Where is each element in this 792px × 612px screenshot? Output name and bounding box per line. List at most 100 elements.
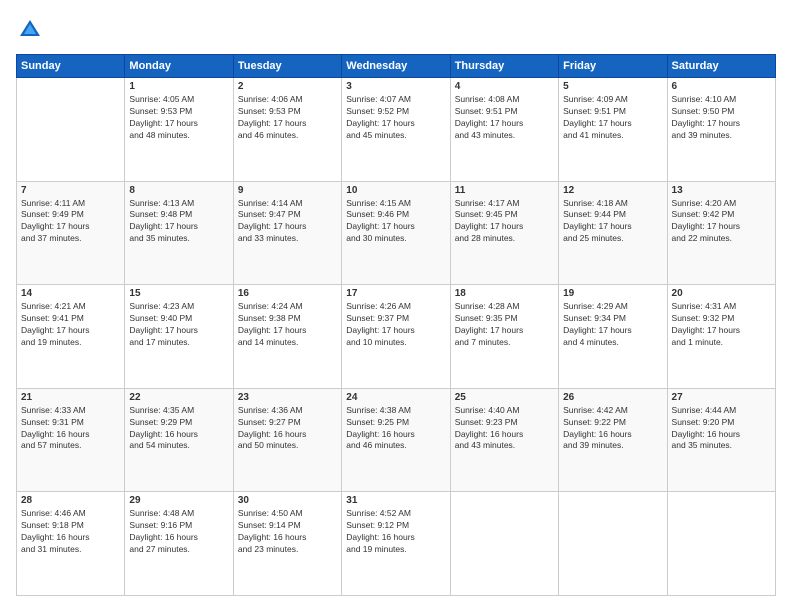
calendar-header-sunday: Sunday [17,55,125,78]
calendar-cell: 18 Sunrise: 4:28 AM Sunset: 9:35 PM Dayli… [450,285,558,389]
calendar-cell: 3Sunrise: 4:07 AM Sunset: 9:52 PM Daylig… [342,78,450,182]
calendar-cell: 28 Sunrise: 4:46 AM Sunset: 9:18 PM Dayli… [17,492,125,596]
day-number: 29 [129,495,228,506]
calendar-header-saturday: Saturday [667,55,775,78]
day-info: Sunrise: 4:18 AM Sunset: 9:44 PM Dayligh… [563,198,662,246]
day-info: Sunrise: 4:13 AM Sunset: 9:48 PM Dayligh… [129,198,228,246]
day-number: 14 [21,288,120,299]
calendar-cell: 14 Sunrise: 4:21 AM Sunset: 9:41 PM Dayli… [17,285,125,389]
calendar-header-thursday: Thursday [450,55,558,78]
day-number: 12 [563,185,662,196]
calendar-header-friday: Friday [559,55,667,78]
logo [16,16,48,44]
calendar-cell: 17 Sunrise: 4:26 AM Sunset: 9:37 PM Dayli… [342,285,450,389]
day-number: 16 [238,288,337,299]
page: SundayMondayTuesdayWednesdayThursdayFrid… [0,0,792,612]
day-info: Sunrise: 4:42 AM Sunset: 9:22 PM Dayligh… [563,405,662,453]
logo-icon [16,16,44,44]
header [16,16,776,44]
calendar-cell: 11 Sunrise: 4:17 AM Sunset: 9:45 PM Dayli… [450,181,558,285]
day-info: Sunrise: 4:07 AM Sunset: 9:52 PM Dayligh… [346,94,445,142]
day-info: Sunrise: 4:24 AM Sunset: 9:38 PM Dayligh… [238,301,337,349]
calendar-week-3: 14 Sunrise: 4:21 AM Sunset: 9:41 PM Dayli… [17,285,776,389]
day-number: 30 [238,495,337,506]
day-number: 25 [455,392,554,403]
day-info: Sunrise: 4:52 AM Sunset: 9:12 PM Dayligh… [346,508,445,556]
calendar-cell: 13 Sunrise: 4:20 AM Sunset: 9:42 PM Dayli… [667,181,775,285]
calendar-cell: 24 Sunrise: 4:38 AM Sunset: 9:25 PM Dayli… [342,388,450,492]
day-number: 13 [672,185,771,196]
calendar-cell [17,78,125,182]
calendar-header-monday: Monday [125,55,233,78]
calendar-week-4: 21 Sunrise: 4:33 AM Sunset: 9:31 PM Dayli… [17,388,776,492]
day-info: Sunrise: 4:15 AM Sunset: 9:46 PM Dayligh… [346,198,445,246]
calendar-cell: 9 Sunrise: 4:14 AM Sunset: 9:47 PM Daylig… [233,181,341,285]
day-number: 17 [346,288,445,299]
day-info: Sunrise: 4:11 AM Sunset: 9:49 PM Dayligh… [21,198,120,246]
calendar-cell: 20Sunrise: 4:31 AM Sunset: 9:32 PM Dayli… [667,285,775,389]
day-number: 20 [672,288,771,299]
day-number: 21 [21,392,120,403]
day-info: Sunrise: 4:05 AM Sunset: 9:53 PM Dayligh… [129,94,228,142]
day-info: Sunrise: 4:20 AM Sunset: 9:42 PM Dayligh… [672,198,771,246]
day-number: 19 [563,288,662,299]
day-number: 11 [455,185,554,196]
calendar-cell: 12 Sunrise: 4:18 AM Sunset: 9:44 PM Dayli… [559,181,667,285]
calendar-cell [450,492,558,596]
day-info: Sunrise: 4:10 AM Sunset: 9:50 PM Dayligh… [672,94,771,142]
calendar-cell: 16 Sunrise: 4:24 AM Sunset: 9:38 PM Dayli… [233,285,341,389]
day-number: 6 [672,81,771,92]
day-info: Sunrise: 4:08 AM Sunset: 9:51 PM Dayligh… [455,94,554,142]
day-number: 23 [238,392,337,403]
calendar-cell: 26 Sunrise: 4:42 AM Sunset: 9:22 PM Dayli… [559,388,667,492]
day-number: 4 [455,81,554,92]
day-number: 18 [455,288,554,299]
day-info: Sunrise: 4:36 AM Sunset: 9:27 PM Dayligh… [238,405,337,453]
calendar-table: SundayMondayTuesdayWednesdayThursdayFrid… [16,54,776,596]
day-info: Sunrise: 4:26 AM Sunset: 9:37 PM Dayligh… [346,301,445,349]
calendar-cell [559,492,667,596]
day-info: Sunrise: 4:17 AM Sunset: 9:45 PM Dayligh… [455,198,554,246]
day-info: Sunrise: 4:29 AM Sunset: 9:34 PM Dayligh… [563,301,662,349]
day-info: Sunrise: 4:33 AM Sunset: 9:31 PM Dayligh… [21,405,120,453]
calendar-cell: 6 Sunrise: 4:10 AM Sunset: 9:50 PM Daylig… [667,78,775,182]
day-info: Sunrise: 4:23 AM Sunset: 9:40 PM Dayligh… [129,301,228,349]
day-info: Sunrise: 4:06 AM Sunset: 9:53 PM Dayligh… [238,94,337,142]
calendar-cell: 2 Sunrise: 4:06 AM Sunset: 9:53 PM Daylig… [233,78,341,182]
day-number: 31 [346,495,445,506]
calendar-header-wednesday: Wednesday [342,55,450,78]
day-number: 9 [238,185,337,196]
calendar-cell: 5Sunrise: 4:09 AM Sunset: 9:51 PM Daylig… [559,78,667,182]
day-number: 27 [672,392,771,403]
calendar-week-2: 7Sunrise: 4:11 AM Sunset: 9:49 PM Daylig… [17,181,776,285]
calendar-week-1: 1 Sunrise: 4:05 AM Sunset: 9:53 PM Daylig… [17,78,776,182]
calendar-week-5: 28 Sunrise: 4:46 AM Sunset: 9:18 PM Dayli… [17,492,776,596]
day-number: 8 [129,185,228,196]
calendar-cell: 4 Sunrise: 4:08 AM Sunset: 9:51 PM Daylig… [450,78,558,182]
calendar-cell: 10Sunrise: 4:15 AM Sunset: 9:46 PM Dayli… [342,181,450,285]
calendar-header-tuesday: Tuesday [233,55,341,78]
calendar-cell: 31 Sunrise: 4:52 AM Sunset: 9:12 PM Dayli… [342,492,450,596]
day-info: Sunrise: 4:28 AM Sunset: 9:35 PM Dayligh… [455,301,554,349]
day-number: 22 [129,392,228,403]
day-number: 24 [346,392,445,403]
calendar-cell: 29Sunrise: 4:48 AM Sunset: 9:16 PM Dayli… [125,492,233,596]
day-info: Sunrise: 4:38 AM Sunset: 9:25 PM Dayligh… [346,405,445,453]
day-info: Sunrise: 4:50 AM Sunset: 9:14 PM Dayligh… [238,508,337,556]
calendar-cell [667,492,775,596]
day-info: Sunrise: 4:21 AM Sunset: 9:41 PM Dayligh… [21,301,120,349]
calendar-cell: 30 Sunrise: 4:50 AM Sunset: 9:14 PM Dayli… [233,492,341,596]
day-number: 28 [21,495,120,506]
calendar-cell: 8 Sunrise: 4:13 AM Sunset: 9:48 PM Daylig… [125,181,233,285]
day-number: 2 [238,81,337,92]
day-number: 1 [129,81,228,92]
day-number: 26 [563,392,662,403]
calendar-cell: 27Sunrise: 4:44 AM Sunset: 9:20 PM Dayli… [667,388,775,492]
calendar-cell: 19 Sunrise: 4:29 AM Sunset: 9:34 PM Dayli… [559,285,667,389]
calendar-cell: 21 Sunrise: 4:33 AM Sunset: 9:31 PM Dayli… [17,388,125,492]
calendar-cell: 15 Sunrise: 4:23 AM Sunset: 9:40 PM Dayli… [125,285,233,389]
day-number: 15 [129,288,228,299]
day-info: Sunrise: 4:14 AM Sunset: 9:47 PM Dayligh… [238,198,337,246]
day-info: Sunrise: 4:46 AM Sunset: 9:18 PM Dayligh… [21,508,120,556]
day-info: Sunrise: 4:09 AM Sunset: 9:51 PM Dayligh… [563,94,662,142]
